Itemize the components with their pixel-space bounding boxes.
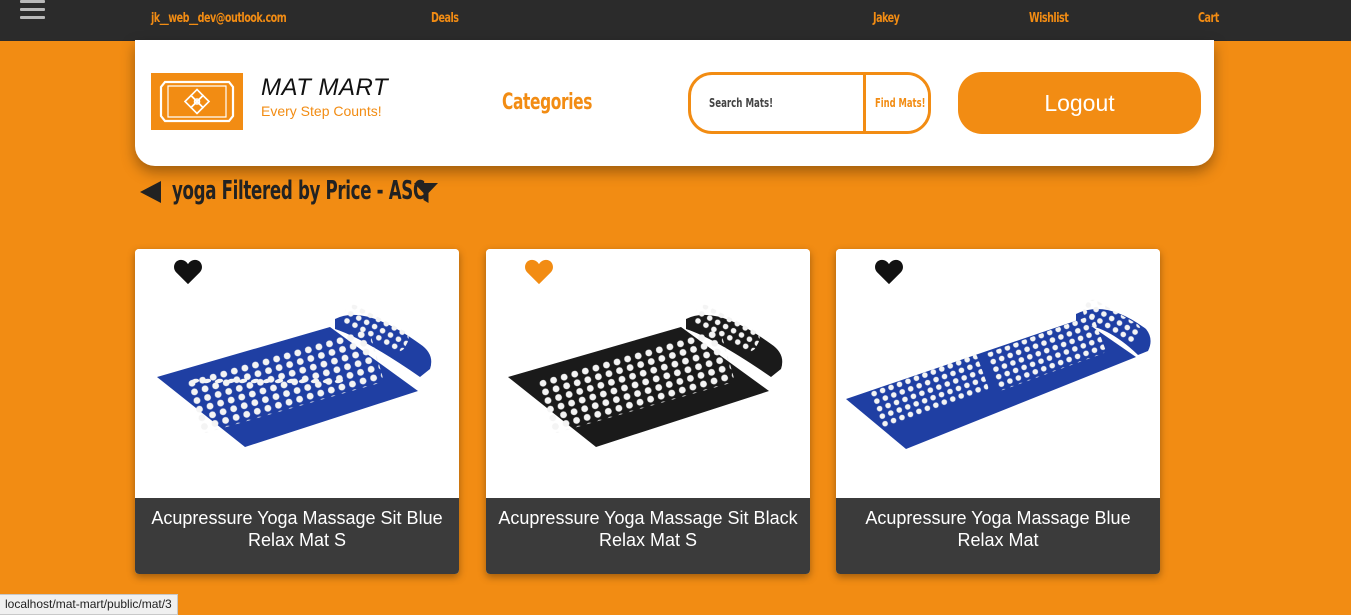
product-title[interactable]: Acupressure Yoga Massage Sit Blue Relax … xyxy=(135,498,459,574)
product-title[interactable]: Acupressure Yoga Massage Sit Black Relax… xyxy=(486,498,810,574)
search-bar: Search Mats! Find Mats! xyxy=(688,72,931,134)
wishlist-heart-icon[interactable] xyxy=(173,258,203,286)
product-card[interactable]: Acupressure Yoga Massage Blue Relax Mat xyxy=(836,249,1160,574)
brand-tagline: Every Step Counts! xyxy=(261,103,382,119)
filter-funnel-icon[interactable] xyxy=(413,181,439,205)
product-card[interactable]: Acupressure Yoga Massage Sit Black Relax… xyxy=(486,249,810,574)
brand-name[interactable]: MAT MART xyxy=(261,74,388,102)
top-nav-bar: jk__web__dev@outlook.com Deals Jakey Wis… xyxy=(0,0,1351,41)
find-mats-button-label: Find Mats! xyxy=(875,96,926,110)
acupressure-mat-image xyxy=(846,299,1151,449)
hamburger-menu-icon[interactable] xyxy=(20,0,45,22)
acupressure-mat-image xyxy=(508,304,783,447)
back-arrow-icon[interactable] xyxy=(139,180,163,204)
product-image[interactable] xyxy=(836,249,1160,498)
brand-logo-icon[interactable] xyxy=(151,73,243,130)
browser-status-url: localhost/mat-mart/public/mat/3 xyxy=(0,594,178,615)
product-card[interactable]: Acupressure Yoga Massage Sit Blue Relax … xyxy=(135,249,459,574)
nav-deals[interactable]: Deals xyxy=(431,11,459,26)
site-header: MAT MART Every Step Counts! Categories S… xyxy=(135,40,1214,166)
nav-user-account[interactable]: Jakey xyxy=(873,11,900,26)
filter-title: yoga Filtered by Price - ASC xyxy=(172,176,425,206)
logout-button[interactable]: Logout xyxy=(958,72,1201,134)
nav-cart[interactable]: Cart xyxy=(1198,11,1219,26)
categories-menu[interactable]: Categories xyxy=(502,90,592,115)
wishlist-heart-icon[interactable] xyxy=(524,258,554,286)
product-title[interactable]: Acupressure Yoga Massage Blue Relax Mat xyxy=(836,498,1160,574)
nav-wishlist[interactable]: Wishlist xyxy=(1029,11,1069,26)
wishlist-heart-icon[interactable] xyxy=(874,258,904,286)
acupressure-mat-image xyxy=(157,304,432,447)
nav-user-email[interactable]: jk__web__dev@outlook.com xyxy=(151,11,287,26)
find-mats-button[interactable]: Find Mats! xyxy=(863,75,928,131)
search-input[interactable] xyxy=(691,75,863,131)
product-image[interactable] xyxy=(486,249,810,498)
product-image[interactable] xyxy=(135,249,459,498)
